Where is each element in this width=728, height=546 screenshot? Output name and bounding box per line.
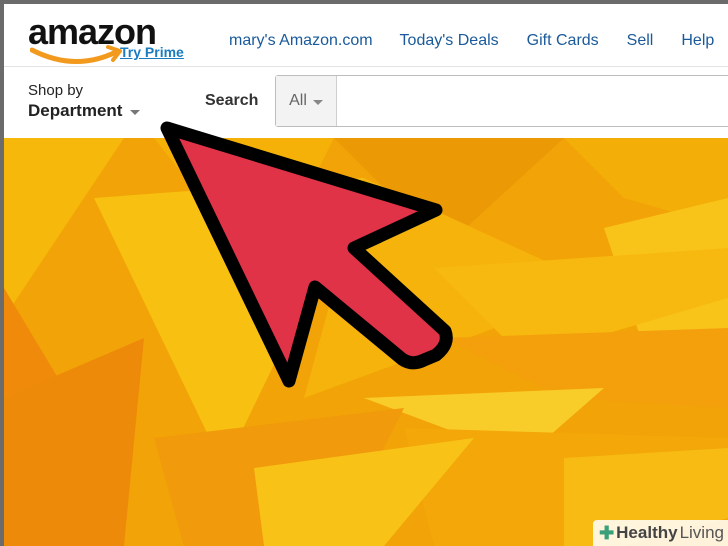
healthy-living-watermark: ✚ Healthy Living	[593, 520, 728, 546]
watermark-word-2: Living	[679, 523, 724, 542]
pointer-arrow-icon	[160, 121, 453, 388]
plus-icon: ✚	[599, 522, 615, 543]
watermark-word-1: Healthy	[616, 523, 678, 542]
browser-page: amazon Try Prime mary's Amazon.com Today…	[4, 4, 728, 546]
